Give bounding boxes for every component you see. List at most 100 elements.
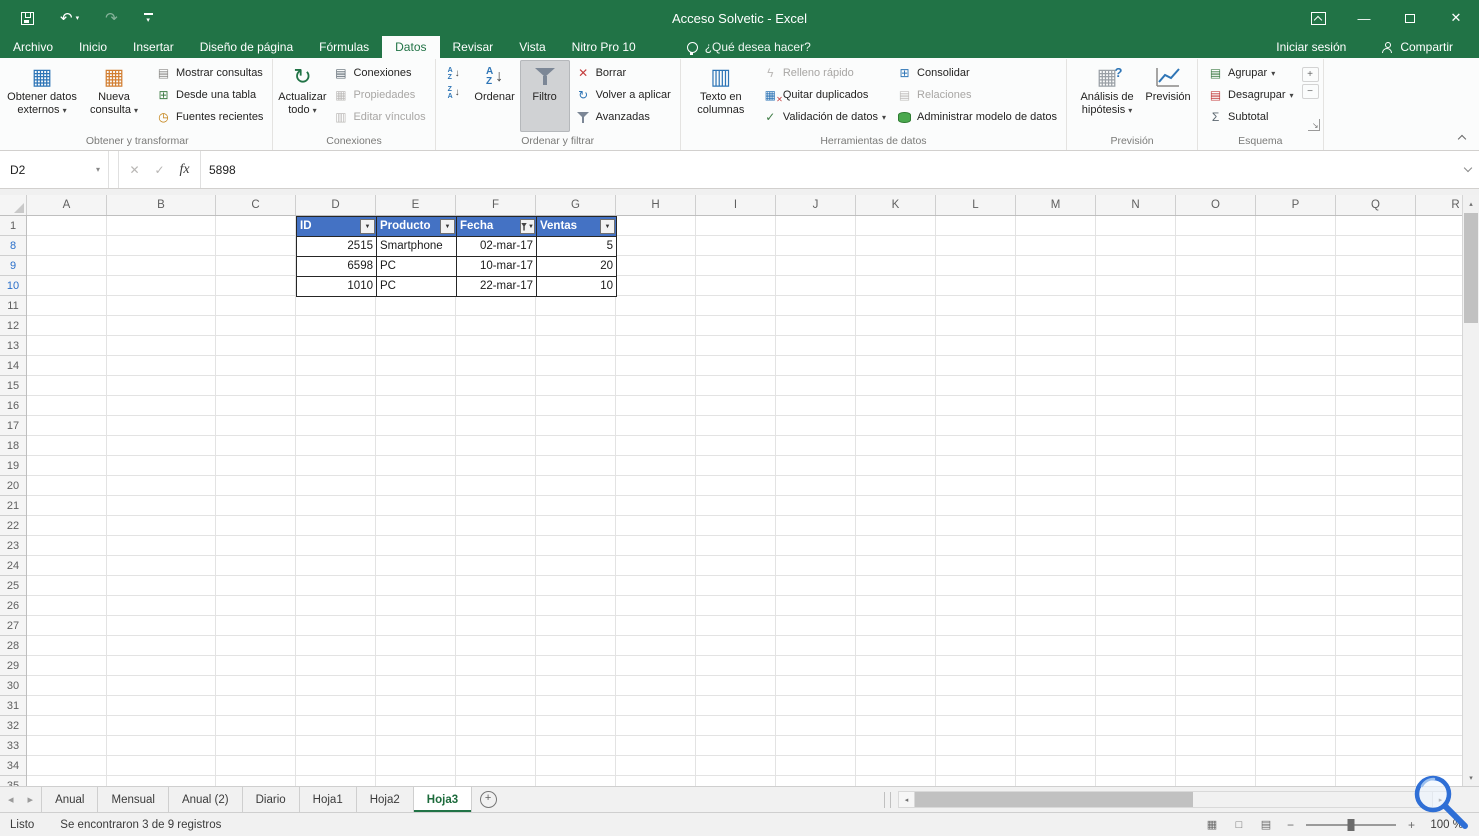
table-cell[interactable]: PC [377, 277, 457, 297]
scroll-up-button[interactable]: ▴ [1463, 195, 1479, 212]
row-header-26[interactable]: 26 [0, 596, 26, 616]
column-header-M[interactable]: M [1016, 195, 1096, 215]
sheet-tab-hoja2[interactable]: Hoja2 [357, 787, 414, 812]
subtotal-button[interactable]: Σ Subtotal [1202, 106, 1299, 128]
sheet-tab-anual-2[interactable]: Anual (2) [169, 787, 243, 812]
maximize-button[interactable] [1387, 0, 1433, 36]
minimize-button[interactable]: — [1341, 0, 1387, 36]
fuentes-recientes-button[interactable]: ◷ Fuentes recientes [150, 106, 268, 128]
propiedades-button[interactable]: ▦ Propiedades [327, 84, 430, 106]
row-header-21[interactable]: 21 [0, 496, 26, 516]
tab-scroll-splitter[interactable] [884, 792, 891, 808]
filter-dropdown-button[interactable]: ▼ [600, 219, 615, 234]
texto-en-columnas-button[interactable]: ▥ Texto en columnas [685, 60, 757, 132]
relleno-rapido-button[interactable]: ϟ Relleno rápido [757, 62, 891, 84]
sheet-tab-hoja3[interactable]: Hoja3 [413, 787, 473, 812]
column-header-F[interactable]: F [456, 195, 536, 215]
scroll-left-button[interactable]: ◂ [898, 791, 915, 808]
nueva-consulta-button[interactable]: ▦ Nueva consulta ▾ [78, 60, 150, 132]
ribbon-tab-datos[interactable]: Datos [382, 36, 440, 58]
column-header-Q[interactable]: Q [1336, 195, 1416, 215]
row-header-34[interactable]: 34 [0, 756, 26, 776]
row-header-25[interactable]: 25 [0, 576, 26, 596]
sheet-nav-left-button[interactable]: ◂ [8, 793, 14, 806]
normal-view-button[interactable]: ▦ [1203, 817, 1221, 833]
vertical-scrollbar[interactable]: ▴ ▾ [1462, 195, 1479, 786]
desde-una-tabla-button[interactable]: ⊞ Desde una tabla [150, 84, 268, 106]
table-cell[interactable]: 1010 [297, 277, 377, 297]
ordenar-button[interactable]: A Z ↓ Ordenar [470, 60, 520, 132]
column-header-R[interactable]: R [1416, 195, 1462, 215]
hide-detail-button[interactable]: − [1301, 84, 1319, 99]
collapse-ribbon-icon[interactable] [1457, 133, 1467, 142]
row-header-15[interactable]: 15 [0, 376, 26, 396]
row-header-20[interactable]: 20 [0, 476, 26, 496]
show-detail-button[interactable]: + [1301, 67, 1319, 82]
column-header-G[interactable]: G [536, 195, 616, 215]
row-header-18[interactable]: 18 [0, 436, 26, 456]
name-box[interactable]: D2 ▾ [0, 151, 109, 188]
obtener-datos-externos-button[interactable]: ▦ Obtener datos externos ▾ [6, 60, 78, 132]
column-header-L[interactable]: L [936, 195, 1016, 215]
row-header-19[interactable]: 19 [0, 456, 26, 476]
row-header-35[interactable]: 35 [0, 776, 26, 787]
row-header-11[interactable]: 11 [0, 296, 26, 316]
actualizar-todo-button[interactable]: ↻ Actualizar todo ▾ [277, 60, 327, 132]
horizontal-scroll-thumb[interactable] [915, 792, 1193, 807]
ribbon-tab-f-rmulas[interactable]: Fórmulas [306, 36, 382, 58]
agrupar-button[interactable]: ▤ Agrupar ▾ [1202, 62, 1299, 84]
row-header-32[interactable]: 32 [0, 716, 26, 736]
sheet-tab-mensual[interactable]: Mensual [98, 787, 169, 812]
formula-input[interactable]: 5898 [201, 151, 1457, 188]
filter-applied-button[interactable]: ▼ [520, 219, 535, 234]
row-header-33[interactable]: 33 [0, 736, 26, 756]
filtro-button[interactable]: Filtro [519, 60, 570, 132]
ribbon-tab-archivo[interactable]: Archivo [0, 36, 66, 58]
ribbon-tab-vista[interactable]: Vista [506, 36, 558, 58]
avanzadas-button[interactable]: Avanzadas [570, 106, 676, 128]
table-cell[interactable]: 22-mar-17 [457, 277, 537, 297]
row-header-8[interactable]: 8 [0, 236, 26, 256]
select-all-corner[interactable] [0, 195, 27, 215]
cancel-button[interactable]: ✕ [122, 163, 147, 177]
ribbon-tab-dise-o-de-p-gina[interactable]: Diseño de página [187, 36, 306, 58]
administrar-modelo-de-datos-button[interactable]: Administrar modelo de datos [891, 106, 1062, 128]
quitar-duplicados-button[interactable]: ▦ ✕ Quitar duplicados [757, 84, 891, 106]
ribbon-tab-nitro-pro-10[interactable]: Nitro Pro 10 [559, 36, 649, 58]
row-header-28[interactable]: 28 [0, 636, 26, 656]
filter-dropdown-button[interactable]: ▼ [360, 219, 375, 234]
table-cell[interactable]: PC [377, 257, 457, 277]
zoom-slider[interactable] [1306, 818, 1396, 831]
column-header-H[interactable]: H [616, 195, 696, 215]
editar-vinculos-button[interactable]: ▥ Editar vínculos [327, 106, 430, 128]
validacion-de-datos-button[interactable]: ✓ Validación de datos ▾ [757, 106, 891, 128]
sort-descending-button[interactable]: ZA ↓ [440, 83, 468, 102]
column-header-O[interactable]: O [1176, 195, 1256, 215]
table-cell[interactable]: 20 [537, 257, 617, 277]
new-sheet-button[interactable]: + [472, 787, 504, 812]
row-header-23[interactable]: 23 [0, 536, 26, 556]
column-header-K[interactable]: K [856, 195, 936, 215]
column-header-B[interactable]: B [107, 195, 216, 215]
row-header-27[interactable]: 27 [0, 616, 26, 636]
table-cell[interactable]: 5 [537, 237, 617, 257]
consolidar-button[interactable]: ⊞ Consolidar [891, 62, 1062, 84]
row-header-1[interactable]: 1 [0, 216, 26, 236]
row-header-12[interactable]: 12 [0, 316, 26, 336]
enter-button[interactable]: ✓ [147, 163, 172, 177]
esquema-dialog-launcher[interactable]: ↘ [1307, 119, 1320, 131]
row-header-22[interactable]: 22 [0, 516, 26, 536]
borrar-button[interactable]: ✕ Borrar [570, 62, 676, 84]
column-header-C[interactable]: C [216, 195, 296, 215]
undo-button[interactable]: ↶ ▾ [47, 0, 92, 36]
vertical-scroll-thumb[interactable] [1464, 213, 1478, 323]
close-button[interactable]: ✕ [1433, 0, 1479, 36]
volver-a-aplicar-button[interactable]: ↻ Volver a aplicar [570, 84, 676, 106]
column-header-P[interactable]: P [1256, 195, 1336, 215]
sign-in-button[interactable]: Iniciar sesión [1276, 40, 1346, 54]
dropdown-arrow-icon[interactable]: ▾ [76, 15, 80, 22]
row-header-31[interactable]: 31 [0, 696, 26, 716]
ribbon-tab-revisar[interactable]: Revisar [440, 36, 507, 58]
grid-cells[interactable]: ID ▼ Producto ▼ Fecha ▼ Ventas ▼ 2515 Smartphone… [27, 216, 1462, 786]
redo-button[interactable]: ↷ [92, 0, 131, 36]
